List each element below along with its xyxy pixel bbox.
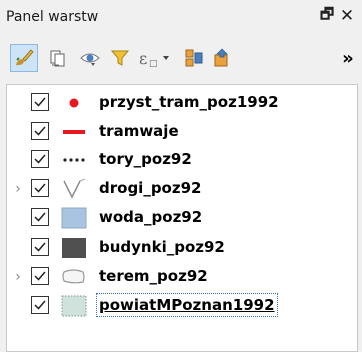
filter-legend-icon[interactable] bbox=[106, 44, 134, 72]
layer-visibility-checkbox[interactable] bbox=[31, 296, 49, 314]
layer-name[interactable]: budynki_poz92 bbox=[99, 238, 225, 256]
expand-chevron-icon[interactable]: › bbox=[11, 180, 25, 198]
collapse-all-icon[interactable] bbox=[208, 44, 236, 72]
layer-row[interactable]: › drogi_poz92 bbox=[7, 175, 357, 204]
filter-expression-icon[interactable]: ε □ bbox=[134, 44, 174, 72]
rule-based-line-icon bbox=[59, 178, 89, 200]
more-chevron-icon[interactable]: » bbox=[334, 44, 362, 72]
close-icon[interactable]: ✕ bbox=[338, 6, 356, 26]
layer-visibility-checkbox[interactable] bbox=[31, 179, 49, 197]
layer-visibility-checkbox[interactable] bbox=[31, 208, 49, 226]
layer-name[interactable]: drogi_poz92 bbox=[99, 179, 201, 197]
add-group-icon[interactable] bbox=[44, 44, 72, 72]
layer-visibility-checkbox[interactable] bbox=[31, 267, 49, 285]
layer-name[interactable]: powiatMPoznan1992 bbox=[96, 293, 278, 317]
layer-visibility-checkbox[interactable] bbox=[31, 150, 49, 168]
layer-visibility-checkbox[interactable] bbox=[31, 93, 49, 111]
panel-titlebar: Panel warstw 🗗 ✕ bbox=[0, 0, 362, 34]
layer-row[interactable]: powiatMPoznan1992 bbox=[7, 292, 357, 321]
layer-name[interactable]: tory_poz92 bbox=[99, 150, 192, 168]
line-symbol-icon bbox=[59, 121, 89, 143]
fill-symbol-icon bbox=[59, 207, 89, 229]
layer-row[interactable]: woda_poz92 bbox=[7, 204, 357, 233]
style-manager-icon[interactable] bbox=[10, 44, 38, 72]
layer-row[interactable]: tramwaje bbox=[7, 118, 357, 147]
layer-row[interactable]: tory_poz92 bbox=[7, 146, 357, 175]
dotted-line-symbol-icon bbox=[59, 149, 89, 171]
svg-text:ε: ε bbox=[139, 49, 147, 68]
layer-visibility-checkbox[interactable] bbox=[31, 122, 49, 140]
rule-based-polygon-icon bbox=[59, 266, 89, 288]
layers-toolbar: ε □ » bbox=[0, 40, 362, 78]
layer-row[interactable]: budynki_poz92 bbox=[7, 234, 357, 263]
layer-row[interactable]: › terem_poz92 bbox=[7, 263, 357, 292]
point-symbol-icon bbox=[59, 92, 89, 114]
layer-tree: przyst_tram_poz1992 tramwaje tory_poz92 › dr… bbox=[6, 84, 358, 352]
panel-title: Panel warstw bbox=[6, 9, 99, 25]
float-panel-icon[interactable]: 🗗 bbox=[318, 5, 336, 26]
expand-all-icon[interactable] bbox=[180, 44, 208, 72]
layer-row[interactable]: przyst_tram_poz1992 bbox=[7, 89, 357, 118]
svg-text:□: □ bbox=[149, 59, 158, 69]
expand-chevron-icon[interactable]: › bbox=[11, 268, 25, 286]
layer-name[interactable]: przyst_tram_poz1992 bbox=[99, 93, 279, 111]
manage-visibility-icon[interactable] bbox=[76, 44, 104, 72]
layer-name[interactable]: woda_poz92 bbox=[99, 208, 202, 226]
layer-name[interactable]: terem_poz92 bbox=[99, 267, 208, 285]
layer-name[interactable]: tramwaje bbox=[99, 122, 179, 140]
fill-symbol-icon bbox=[59, 237, 89, 259]
layer-visibility-checkbox[interactable] bbox=[31, 238, 49, 256]
fill-symbol-icon bbox=[59, 295, 89, 317]
